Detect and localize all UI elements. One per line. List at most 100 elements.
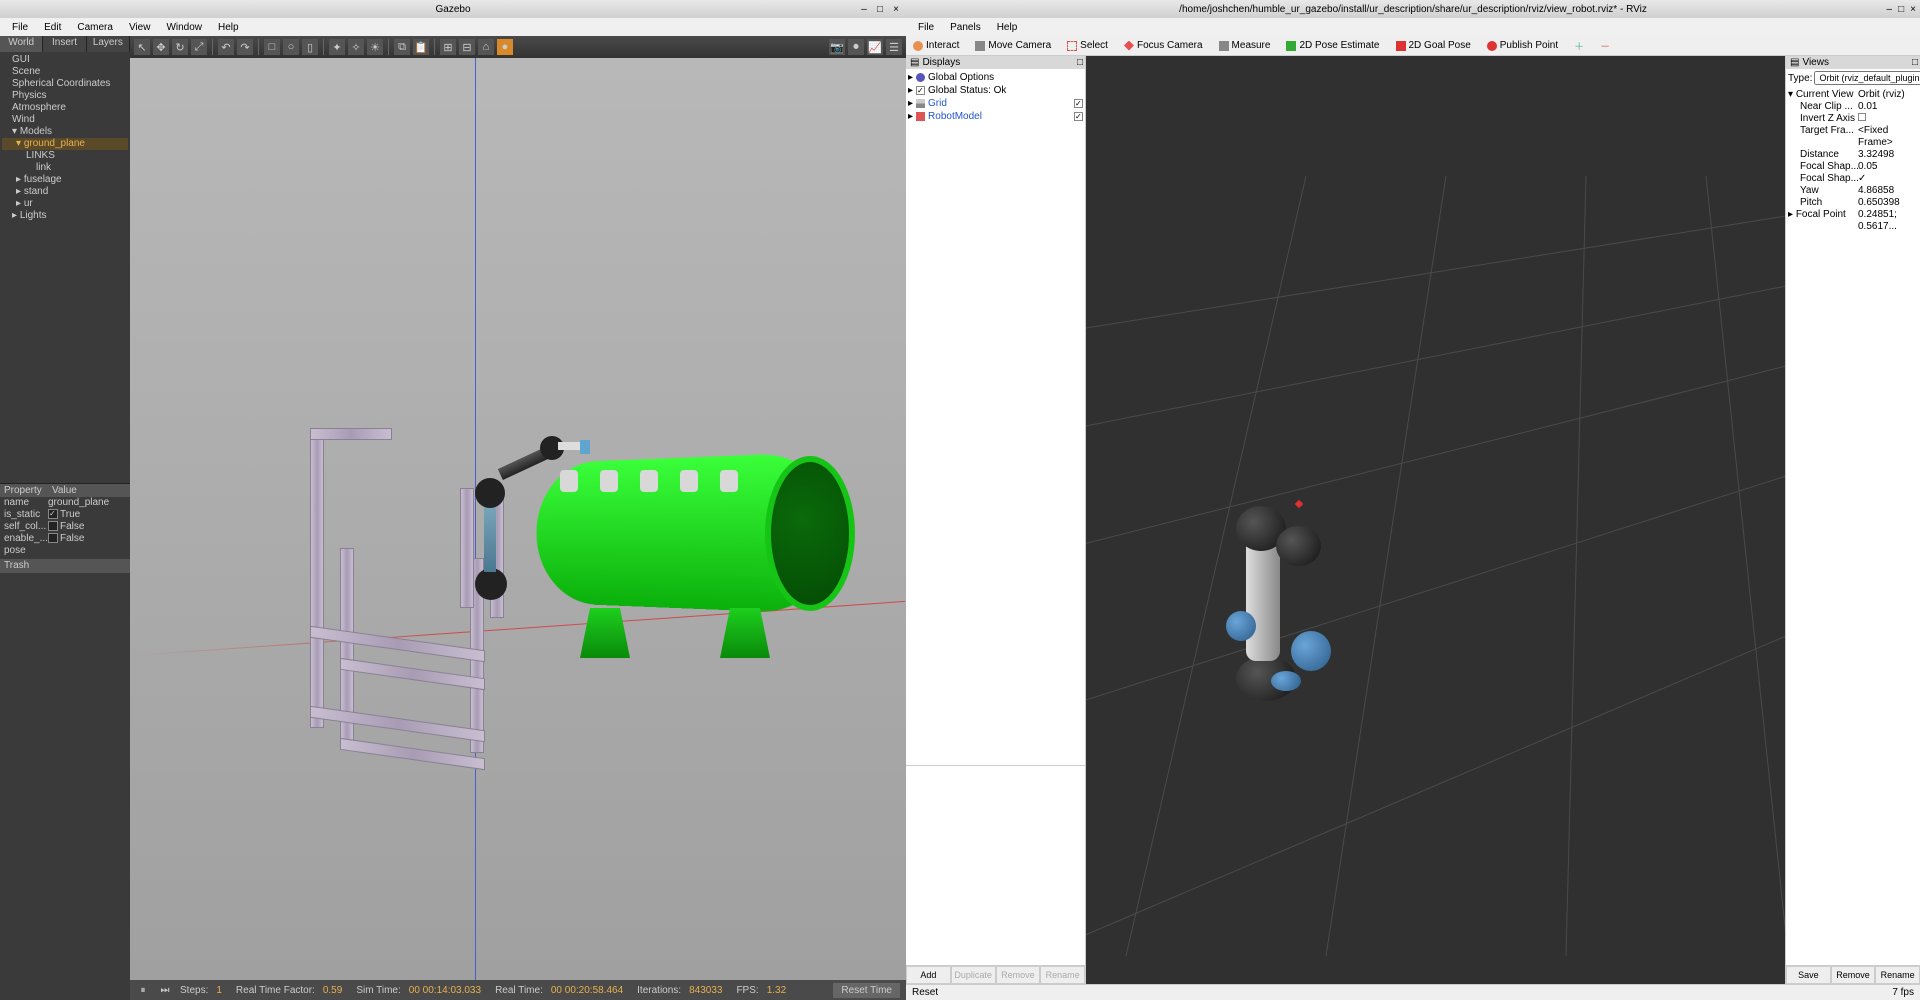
minimize-icon[interactable]: – (1887, 4, 1893, 15)
tree-ur[interactable]: ▸ ur (2, 198, 128, 210)
camera-icon[interactable]: 📷 (829, 39, 845, 55)
focus-camera-button[interactable]: Focus Camera (1121, 39, 1206, 52)
prop-name[interactable]: nameground_plane (0, 497, 130, 509)
prop-self-collide[interactable]: self_col...False (0, 521, 130, 533)
sphere-icon[interactable]: ○ (283, 39, 299, 55)
maximize-icon[interactable]: □ (1898, 4, 1904, 15)
views-tree[interactable]: ▾ Current ViewOrbit (rviz) Near Clip ...… (1786, 87, 1920, 965)
menu-edit[interactable]: Edit (36, 20, 69, 35)
tree-links[interactable]: LINKS (2, 150, 128, 162)
gazebo-viewport[interactable] (130, 58, 906, 980)
log-icon[interactable]: ☰ (886, 39, 902, 55)
selected-tool-icon[interactable]: ● (497, 39, 513, 55)
views-header[interactable]: ▤ Views □ (1786, 56, 1920, 69)
copy-icon[interactable]: ⧉ (394, 39, 410, 55)
prop-is-static[interactable]: is_staticTrue (0, 509, 130, 521)
move-icon[interactable]: ✥ (153, 39, 169, 55)
tree-models[interactable]: ▾ Models (2, 126, 128, 138)
step-icon[interactable]: ⏭ (158, 983, 172, 997)
tree-gui[interactable]: GUI (2, 54, 128, 66)
minimize-icon[interactable]: – (858, 3, 870, 15)
tab-world[interactable]: World (0, 36, 43, 52)
display-global-options[interactable]: ▸Global Options (908, 71, 1083, 84)
trash-label[interactable]: Trash (0, 559, 130, 573)
view-pitch[interactable]: Pitch0.650398 (1788, 197, 1918, 209)
tree-physics[interactable]: Physics (2, 90, 128, 102)
add-tool-button[interactable]: ＋ (1571, 37, 1587, 54)
checkbox-icon[interactable] (1858, 113, 1866, 121)
close-panel-icon[interactable]: □ (1912, 57, 1918, 68)
view-icon[interactable]: ⌂ (478, 39, 494, 55)
view-focal-point[interactable]: ▸ Focal Point0.24851; 0.5617... (1788, 209, 1918, 233)
display-robotmodel[interactable]: ▸RobotModel (908, 110, 1083, 123)
rotate-icon[interactable]: ↻ (172, 39, 188, 55)
view-current[interactable]: ▾ Current ViewOrbit (rviz) (1788, 89, 1918, 101)
pointlight-icon[interactable]: ✦ (329, 39, 345, 55)
steps-value[interactable]: 1 (216, 985, 222, 996)
tree-wind[interactable]: Wind (2, 114, 128, 126)
checkbox-icon[interactable] (48, 533, 58, 543)
checkbox-icon[interactable] (48, 521, 58, 531)
checkbox-icon[interactable] (1074, 112, 1083, 121)
arrow-icon[interactable]: ↖ (134, 39, 150, 55)
box-icon[interactable]: □ (264, 39, 280, 55)
tab-insert[interactable]: Insert (43, 36, 86, 52)
view-type-select[interactable]: Orbit (rviz_default_plugins) (1814, 71, 1920, 85)
interact-button[interactable]: Interact (910, 39, 962, 52)
display-grid[interactable]: ▸Grid (908, 97, 1083, 110)
tree-spherical[interactable]: Spherical Coordinates (2, 78, 128, 90)
tree-atmosphere[interactable]: Atmosphere (2, 102, 128, 114)
save-view-button[interactable]: Save (1786, 966, 1831, 984)
checkbox-icon[interactable] (916, 86, 925, 95)
displays-header[interactable]: ▤ Displays □ (906, 56, 1085, 69)
gazebo-titlebar[interactable]: Gazebo – □ × (0, 0, 906, 18)
rename-view-button[interactable]: Rename (1875, 966, 1920, 984)
pose-estimate-button[interactable]: 2D Pose Estimate (1283, 39, 1382, 52)
rviz-viewport[interactable] (1086, 56, 1785, 984)
pause-icon[interactable]: ⏸ (136, 983, 150, 997)
maximize-icon[interactable]: □ (874, 3, 886, 15)
displays-tree[interactable]: ▸Global Options ▸Global Status: Ok ▸Grid… (906, 69, 1085, 765)
checkbox-icon[interactable] (1074, 99, 1083, 108)
remove-view-button[interactable]: Remove (1831, 966, 1876, 984)
tree-stand[interactable]: ▸ stand (2, 186, 128, 198)
measure-button[interactable]: Measure (1216, 39, 1274, 52)
view-focal-shape[interactable]: Focal Shap...0.05 (1788, 161, 1918, 173)
menu-help[interactable]: Help (989, 20, 1026, 35)
scale-icon[interactable]: ⤢ (191, 39, 207, 55)
view-near-clip[interactable]: Near Clip ...0.01 (1788, 101, 1918, 113)
plot-icon[interactable]: 📈 (867, 39, 883, 55)
publish-point-button[interactable]: Publish Point (1484, 39, 1561, 52)
dirlight-icon[interactable]: ☀ (367, 39, 383, 55)
redo-icon[interactable]: ↷ (237, 39, 253, 55)
add-display-button[interactable]: Add (906, 966, 951, 984)
remove-tool-button[interactable]: － (1597, 37, 1613, 54)
reset-time-button[interactable]: Reset Time (833, 983, 900, 998)
rviz-titlebar[interactable]: /home/joshchen/humble_ur_gazebo/install/… (906, 0, 1920, 18)
prop-pose[interactable]: pose (0, 545, 130, 557)
tree-link[interactable]: link (2, 162, 128, 174)
tree-ground-plane[interactable]: ▾ ground_plane (2, 138, 128, 150)
select-button[interactable]: Select (1064, 39, 1111, 52)
prop-enable[interactable]: enable_...False (0, 533, 130, 545)
tab-layers[interactable]: Layers (87, 36, 130, 52)
fuselage-model[interactable] (520, 438, 850, 648)
menu-help[interactable]: Help (210, 20, 247, 35)
tree-fuselage[interactable]: ▸ fuselage (2, 174, 128, 186)
goal-pose-button[interactable]: 2D Goal Pose (1393, 39, 1474, 52)
paste-icon[interactable]: 📋 (413, 39, 429, 55)
undo-icon[interactable]: ↶ (218, 39, 234, 55)
menu-file[interactable]: File (910, 20, 942, 35)
view-focal-shape2[interactable]: Focal Shap...✓ (1788, 173, 1918, 185)
snap2-icon[interactable]: ⊟ (459, 39, 475, 55)
reset-button[interactable]: Reset (912, 987, 938, 998)
snap-icon[interactable]: ⊞ (440, 39, 456, 55)
view-invert-z[interactable]: Invert Z Axis (1788, 113, 1918, 125)
view-distance[interactable]: Distance3.32498 (1788, 149, 1918, 161)
checkbox-icon[interactable] (48, 509, 58, 519)
view-target-frame[interactable]: Target Fra...<Fixed Frame> (1788, 125, 1918, 149)
world-tree[interactable]: GUI Scene Spherical Coordinates Physics … (0, 52, 130, 483)
menu-panels[interactable]: Panels (942, 20, 989, 35)
menu-file[interactable]: File (4, 20, 36, 35)
tree-lights[interactable]: ▸ Lights (2, 210, 128, 222)
